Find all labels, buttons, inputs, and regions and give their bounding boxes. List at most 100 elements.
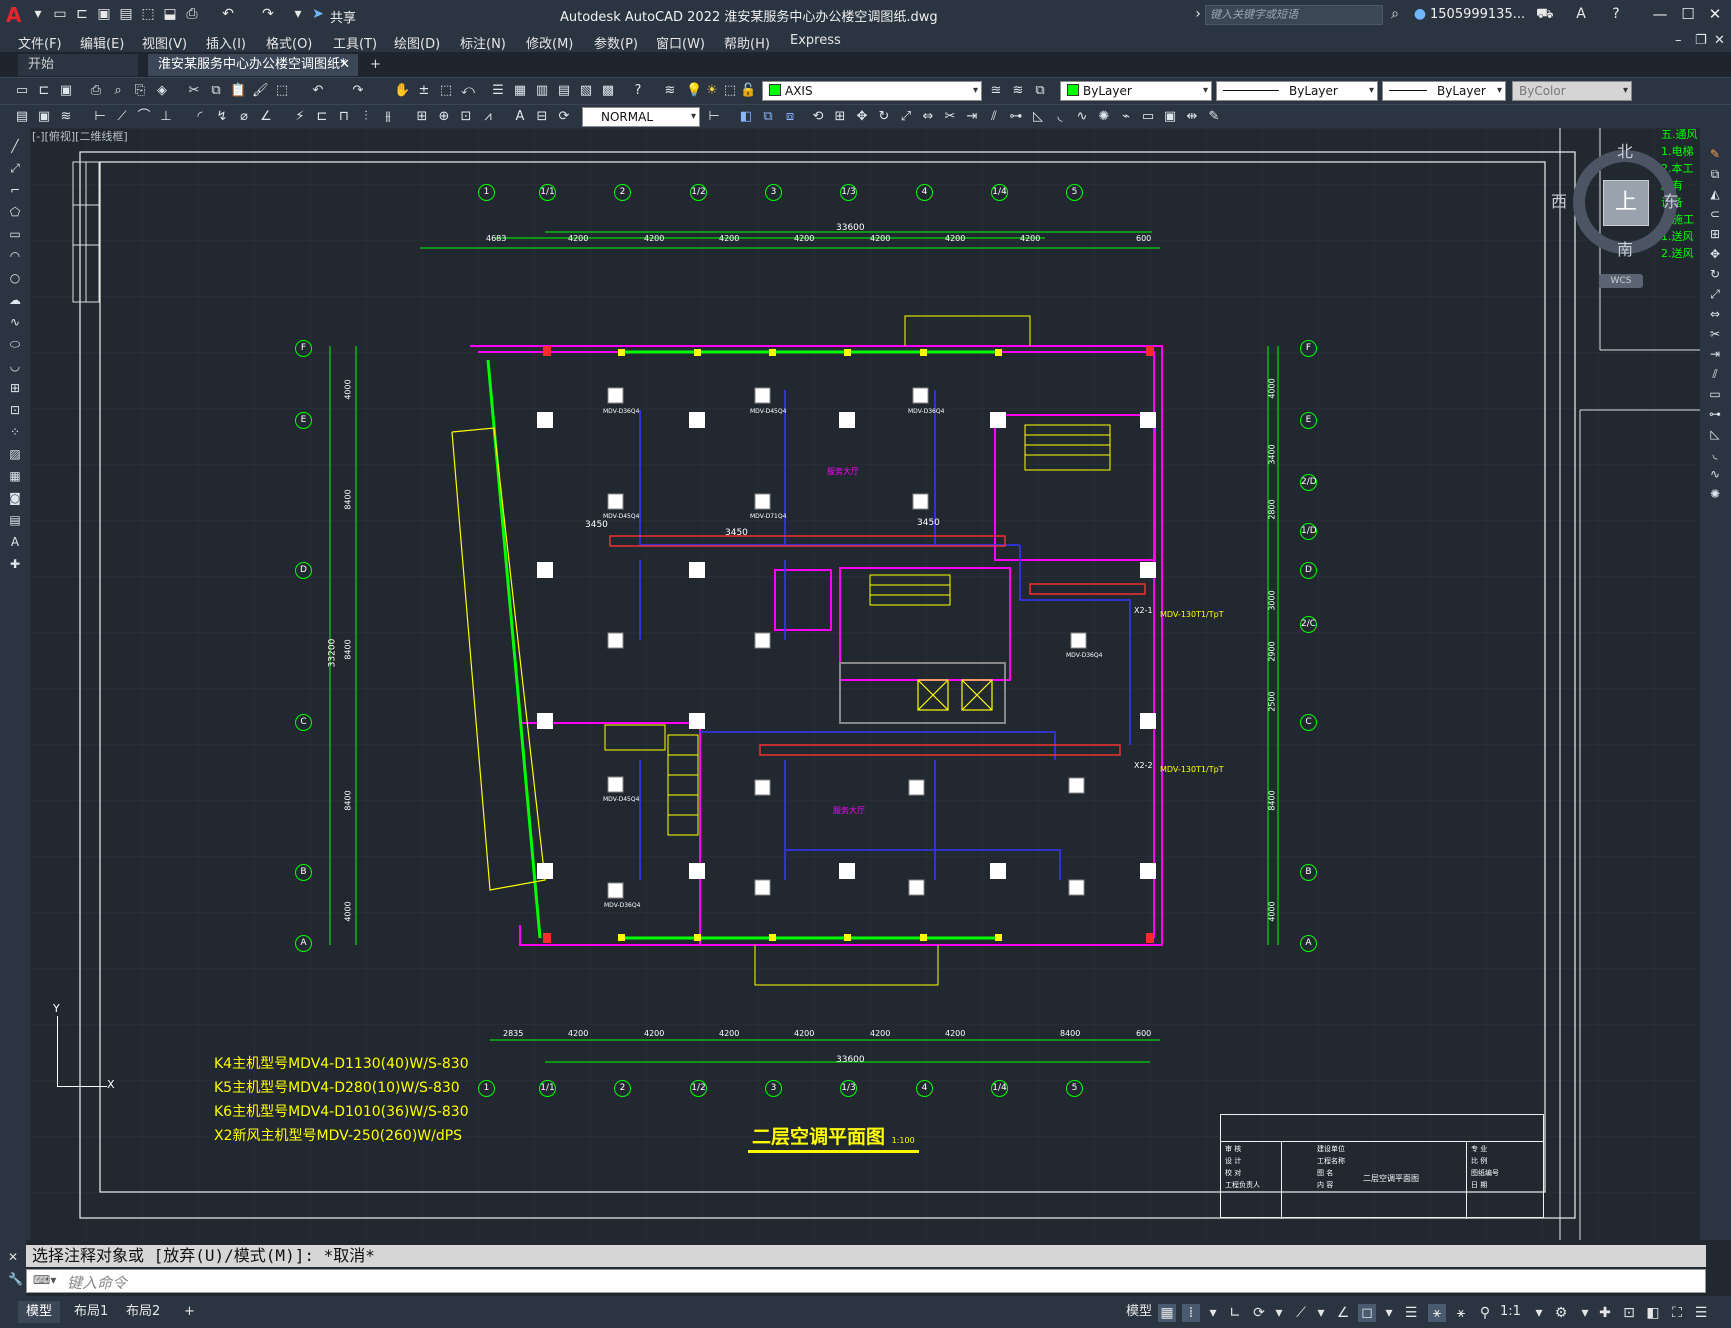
calculator-icon[interactable]: ▩ [600, 83, 616, 99]
chamfer-icon[interactable]: ◺ [1707, 426, 1723, 442]
menu-window[interactable]: 窗口(W) [656, 33, 705, 52]
isodraft-menu-icon[interactable]: ▾ [1312, 1304, 1330, 1322]
add-selected-icon[interactable]: ✚ [7, 556, 23, 572]
menu-modify[interactable]: 修改(M) [526, 33, 573, 52]
rotate-icon[interactable]: ↻ [876, 109, 892, 125]
plot-icon[interactable]: ⎙ [88, 83, 104, 99]
gradient-icon[interactable]: ▦ [7, 468, 23, 484]
make-block-icon[interactable]: ⊡ [7, 402, 23, 418]
explode-icon[interactable]: ✺ [1096, 109, 1112, 125]
trim-icon[interactable]: ✂ [942, 109, 958, 125]
scale-menu-icon[interactable]: ▾ [1530, 1304, 1548, 1322]
new-file-icon[interactable]: ▭ [52, 6, 68, 22]
viewcube-east[interactable]: 东 [1663, 188, 1679, 212]
blend-icon[interactable]: ∿ [1707, 466, 1723, 482]
trim-icon[interactable]: ✂ [1707, 326, 1723, 342]
blend-icon[interactable]: ∿ [1074, 109, 1090, 125]
share-icon[interactable]: ➤ [310, 6, 326, 22]
drawing-viewport[interactable]: [-][俯视][二维线框] 1 1/1 2 1/2 3 1/3 4 1/4 5 1 1/1 2 1/2… [30, 128, 1700, 1240]
extend-icon[interactable]: ⇥ [964, 109, 980, 125]
linetype-dropdown[interactable]: ByLayer ▾ [1216, 81, 1378, 101]
draworder-icon[interactable]: ▣ [1162, 109, 1178, 125]
menu-tools[interactable]: 工具(T) [333, 33, 377, 52]
array-icon[interactable]: ⊞ [1707, 226, 1723, 242]
copy-object-icon[interactable]: ⧉ [760, 109, 776, 125]
tab-layout1[interactable]: 布局1 [66, 1301, 116, 1323]
model-space-button[interactable]: 模型 [1118, 1301, 1160, 1323]
app-menu-button[interactable]: A [6, 4, 28, 26]
construction-line-icon[interactable]: ⤢ [7, 160, 23, 176]
ortho-icon[interactable]: ∟ [1226, 1304, 1244, 1322]
quick-properties-icon[interactable]: ◧ [1644, 1304, 1662, 1322]
viewcube-south[interactable]: 南 [1617, 236, 1633, 260]
center-mark-icon[interactable]: ⊕ [436, 109, 452, 125]
viewcube-north[interactable]: 北 [1617, 138, 1633, 162]
workspace-menu-icon[interactable]: ▾ [1576, 1304, 1594, 1322]
pedit-icon[interactable]: ⌁ [1118, 109, 1134, 125]
tab-start[interactable]: 开始 [18, 54, 138, 76]
redo-icon[interactable]: ↷ [260, 6, 276, 22]
break-icon[interactable]: ▭ [1707, 386, 1723, 402]
polygon-icon[interactable]: ⬠ [7, 204, 23, 220]
customization-icon[interactable]: ☰ [1692, 1304, 1710, 1322]
move-icon[interactable]: ✥ [854, 109, 870, 125]
point-icon[interactable]: ⁘ [7, 424, 23, 440]
user-icon[interactable]: ● [1412, 6, 1428, 22]
jogged-linear-icon[interactable]: ⩘ [480, 109, 496, 125]
redo-icon[interactable]: ↷ [350, 83, 366, 99]
mirror-icon[interactable]: ⧈ [782, 109, 798, 125]
table-icon[interactable]: ▤ [7, 512, 23, 528]
fillet-icon[interactable]: ◟ [1707, 446, 1723, 462]
explode-icon[interactable]: ✺ [1707, 486, 1723, 502]
layer-dropdown[interactable]: AXIS ▾ [762, 81, 982, 101]
angular-dim-icon[interactable]: ∠ [258, 109, 274, 125]
revcloud-icon[interactable]: ☁ [7, 292, 23, 308]
insert-block-icon[interactable]: ⊞ [7, 380, 23, 396]
menu-edit[interactable]: 编辑(E) [80, 33, 124, 52]
annotation-visibility-icon[interactable]: ⚹ [1428, 1304, 1446, 1322]
customize-icon[interactable]: 🔧 [8, 1272, 23, 1286]
menu-format[interactable]: 格式(O) [266, 33, 312, 52]
ellipse-icon[interactable]: ⬭ [7, 336, 23, 352]
customize-qa-icon[interactable]: ▾ [290, 6, 306, 22]
menu-dimension[interactable]: 标注(N) [460, 33, 506, 52]
mtext-icon[interactable]: A [7, 534, 23, 550]
stretch-icon[interactable]: ⇔ [920, 109, 936, 125]
command-input[interactable]: ⌨▾ 键入命令 [26, 1269, 1706, 1293]
layer-freeze-icon[interactable]: ☀ [704, 83, 720, 99]
dim-update-icon[interactable]: ⟳ [556, 109, 572, 125]
copy-icon[interactable]: ⧉ [1707, 166, 1723, 182]
units-icon[interactable]: ⊡ [1620, 1304, 1638, 1322]
lineweight-dropdown[interactable]: ByLayer ▾ [1382, 81, 1506, 101]
continue-dim-icon[interactable]: ⊓ [336, 109, 352, 125]
tolerance-icon[interactable]: ⊞ [414, 109, 430, 125]
dim-break-icon[interactable]: ⫵ [380, 109, 396, 125]
properties-icon[interactable]: ☰ [490, 83, 506, 99]
plotstyle-dropdown[interactable]: ByColor ▾ [1512, 81, 1632, 101]
erase-icon[interactable]: ◧ [738, 109, 754, 125]
layer-states-icon[interactable]: ⧉ [1032, 83, 1048, 99]
command-prompt-icon[interactable]: ⌨▾ [33, 1273, 56, 1287]
autodesk-a360-icon[interactable]: A [1573, 6, 1589, 22]
3d-print-icon[interactable]: ◈ [154, 83, 170, 99]
qnew-icon[interactable]: ▭ [14, 83, 30, 99]
aligned-dim-icon[interactable]: ⟋ [114, 109, 130, 125]
zoom-previous-icon[interactable]: ⤺ [460, 83, 476, 99]
design-center-icon[interactable]: ▦ [512, 83, 528, 99]
tab-layout2[interactable]: 布局2 [118, 1301, 168, 1323]
hatch-icon[interactable]: ▨ [7, 446, 23, 462]
object-snap-tracking-icon[interactable]: ∠ [1334, 1304, 1352, 1322]
cart-icon[interactable]: ⛟ [1536, 6, 1554, 22]
workspace-icon[interactable]: ▤ [14, 109, 30, 125]
dimstyle-dropdown[interactable]: NORMAL ▾ [582, 107, 700, 127]
layer-properties-icon[interactable]: ≋ [662, 83, 678, 99]
join-icon[interactable]: ⊶ [1008, 109, 1024, 125]
plot-icon[interactable]: ⎙ [184, 6, 200, 22]
snap-menu-icon[interactable]: ▾ [1204, 1304, 1222, 1322]
color-dropdown[interactable]: ByLayer ▾ [1060, 81, 1212, 101]
menu-draw[interactable]: 绘图(D) [394, 33, 440, 52]
command-line-handle[interactable]: ✕ 🔧 [0, 1240, 26, 1296]
help-icon[interactable]: ? [630, 83, 646, 99]
chamfer-icon[interactable]: ◺ [1030, 109, 1046, 125]
menu-parametric[interactable]: 参数(P) [594, 33, 638, 52]
